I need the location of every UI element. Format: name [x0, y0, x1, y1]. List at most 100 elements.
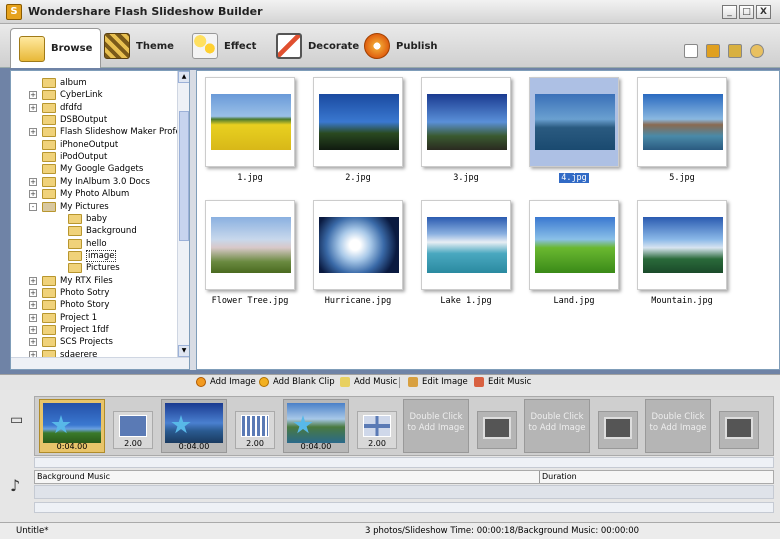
tree-item[interactable]: + CyberLink: [29, 89, 103, 101]
expand-toggle-icon[interactable]: +: [29, 190, 37, 199]
app-icon: S: [6, 4, 22, 20]
tab-browse[interactable]: Browse: [10, 28, 102, 68]
tree-item[interactable]: hello: [55, 238, 107, 250]
tree-horizontal-scrollbar[interactable]: [11, 357, 189, 369]
expand-toggle-icon[interactable]: +: [29, 276, 37, 285]
image-filename[interactable]: Land.jpg: [519, 296, 629, 306]
tab-effect[interactable]: Effect: [192, 28, 256, 64]
tree-item[interactable]: + Project 1fdf: [29, 324, 109, 336]
tree-item[interactable]: - My Pictures: [29, 201, 109, 213]
scroll-down-icon[interactable]: ▼: [178, 345, 189, 357]
image-filename[interactable]: 4.jpg: [519, 173, 629, 183]
image-filename[interactable]: 5.jpg: [627, 173, 737, 183]
image-thumbnail[interactable]: [637, 77, 727, 167]
empty-clip-slot[interactable]: Double Click to Add Image: [403, 399, 469, 453]
empty-clip-slot[interactable]: Double Click to Add Image: [524, 399, 590, 453]
tree-item[interactable]: Pictures: [55, 262, 120, 274]
tree-item-label: Photo Story: [60, 300, 110, 311]
transition-2[interactable]: 2.00: [235, 411, 275, 449]
tree-item[interactable]: Background: [55, 225, 137, 237]
expand-toggle-icon[interactable]: +: [29, 288, 37, 297]
save-icon[interactable]: [706, 44, 720, 58]
tools-icon[interactable]: [728, 44, 742, 58]
image-filename[interactable]: Lake 1.jpg: [411, 296, 521, 306]
image-filename[interactable]: Hurricane.jpg: [303, 296, 413, 306]
edit-music-icon: [474, 377, 484, 387]
tree-item[interactable]: My Google Gadgets: [29, 163, 143, 175]
add-blank-clip-button[interactable]: Add Blank Clip: [259, 377, 335, 387]
image-filename[interactable]: 1.jpg: [195, 173, 305, 183]
image-thumbnail[interactable]: [205, 200, 295, 290]
folder-icon: [42, 287, 56, 298]
tab-publish[interactable]: Publish: [364, 28, 438, 64]
expand-toggle-icon[interactable]: +: [29, 313, 37, 322]
tab-theme[interactable]: Theme: [104, 28, 174, 64]
tree-item[interactable]: baby: [55, 213, 107, 225]
tree-item[interactable]: + My InAlbum 3.0 Docs: [29, 176, 150, 188]
maximize-button[interactable]: □: [739, 5, 754, 19]
tree-item[interactable]: + Photo Story: [29, 299, 109, 311]
music-track[interactable]: [34, 485, 774, 499]
edit-music-button[interactable]: Edit Music: [474, 377, 531, 387]
image-filename[interactable]: Flower Tree.jpg: [195, 296, 305, 306]
empty-transition-slot[interactable]: [477, 411, 517, 449]
tree-item[interactable]: + Photo Sotry: [29, 287, 109, 299]
transition-3[interactable]: 2.00: [357, 411, 397, 449]
tab-decorate[interactable]: Decorate: [276, 28, 359, 64]
storyboard-strip[interactable]: 0:04.00 2.00 0:04.00 2.00 0:04.00 2.00 D…: [34, 396, 774, 456]
empty-clip-slot[interactable]: Double Click to Add Image: [645, 399, 711, 453]
add-music-button[interactable]: Add Music: [340, 377, 397, 387]
clip-2[interactable]: 0:04.00: [161, 399, 227, 453]
tree-item[interactable]: iPodOutput: [29, 151, 107, 163]
expand-toggle-icon[interactable]: +: [29, 91, 37, 100]
expand-toggle-icon[interactable]: +: [29, 301, 37, 310]
image-thumbnail[interactable]: [313, 77, 403, 167]
edit-image-button[interactable]: Edit Image: [408, 377, 468, 387]
image-filename[interactable]: Mountain.jpg: [627, 296, 737, 306]
close-button[interactable]: X: [756, 5, 771, 19]
storyboard-scrollbar[interactable]: [34, 457, 774, 468]
image-thumbnail[interactable]: [421, 200, 511, 290]
image-thumbnail[interactable]: [637, 200, 727, 290]
image-thumbnail[interactable]: [313, 200, 403, 290]
tree-item[interactable]: + My RTX Files: [29, 275, 113, 287]
user-icon[interactable]: [750, 44, 764, 58]
tree-item[interactable]: + Flash Slideshow Maker Professic: [29, 126, 189, 138]
folder-icon: [42, 139, 56, 150]
tree-item[interactable]: image: [55, 249, 117, 262]
tree-item-label: Pictures: [86, 263, 120, 274]
tree-item[interactable]: + SCS Projects: [29, 336, 113, 348]
transition-1[interactable]: 2.00: [113, 411, 153, 449]
image-thumbnail[interactable]: [529, 77, 619, 167]
clip-1[interactable]: 0:04.00: [39, 399, 105, 453]
empty-transition-slot[interactable]: [719, 411, 759, 449]
expand-toggle-icon[interactable]: +: [29, 177, 37, 186]
image-filename[interactable]: 2.jpg: [303, 173, 413, 183]
tree-item[interactable]: + Project 1: [29, 312, 97, 324]
minimize-button[interactable]: _: [722, 5, 737, 19]
image-thumbnail[interactable]: [421, 77, 511, 167]
tree-item[interactable]: album: [29, 77, 87, 89]
tree-vertical-scrollbar[interactable]: ▲ ▼: [177, 71, 189, 369]
expand-toggle-icon[interactable]: +: [29, 338, 37, 347]
expand-toggle-icon[interactable]: +: [29, 128, 37, 137]
empty-transition-slot[interactable]: [598, 411, 638, 449]
expand-toggle-icon[interactable]: +: [29, 103, 37, 112]
new-file-icon[interactable]: [684, 44, 698, 58]
tree-item[interactable]: iPhoneOutput: [29, 139, 118, 151]
image-thumbnail[interactable]: [529, 200, 619, 290]
clip-3[interactable]: 0:04.00: [283, 399, 349, 453]
image-thumbnail[interactable]: [205, 77, 295, 167]
tree-item[interactable]: + dfdfd: [29, 102, 82, 114]
image-grid[interactable]: 1.jpg 2.jpg 3.jpg 4.jpg 5.jpg Flower Tree.jpg…: [196, 70, 780, 370]
tree-item[interactable]: + My Photo Album: [29, 188, 129, 200]
scrollbar-thumb[interactable]: [179, 111, 189, 241]
music-scrollbar[interactable]: [34, 502, 774, 513]
expand-toggle-icon[interactable]: -: [29, 202, 37, 211]
scroll-up-icon[interactable]: ▲: [178, 71, 189, 83]
tree-item[interactable]: DSBOutput: [29, 114, 107, 126]
expand-toggle-icon[interactable]: +: [29, 326, 37, 334]
folder-tree[interactable]: album + CyberLink + dfdfd DSBOutput + Flash Sli…: [10, 70, 190, 370]
image-filename[interactable]: 3.jpg: [411, 173, 521, 183]
add-image-button[interactable]: Add Image: [196, 377, 256, 387]
